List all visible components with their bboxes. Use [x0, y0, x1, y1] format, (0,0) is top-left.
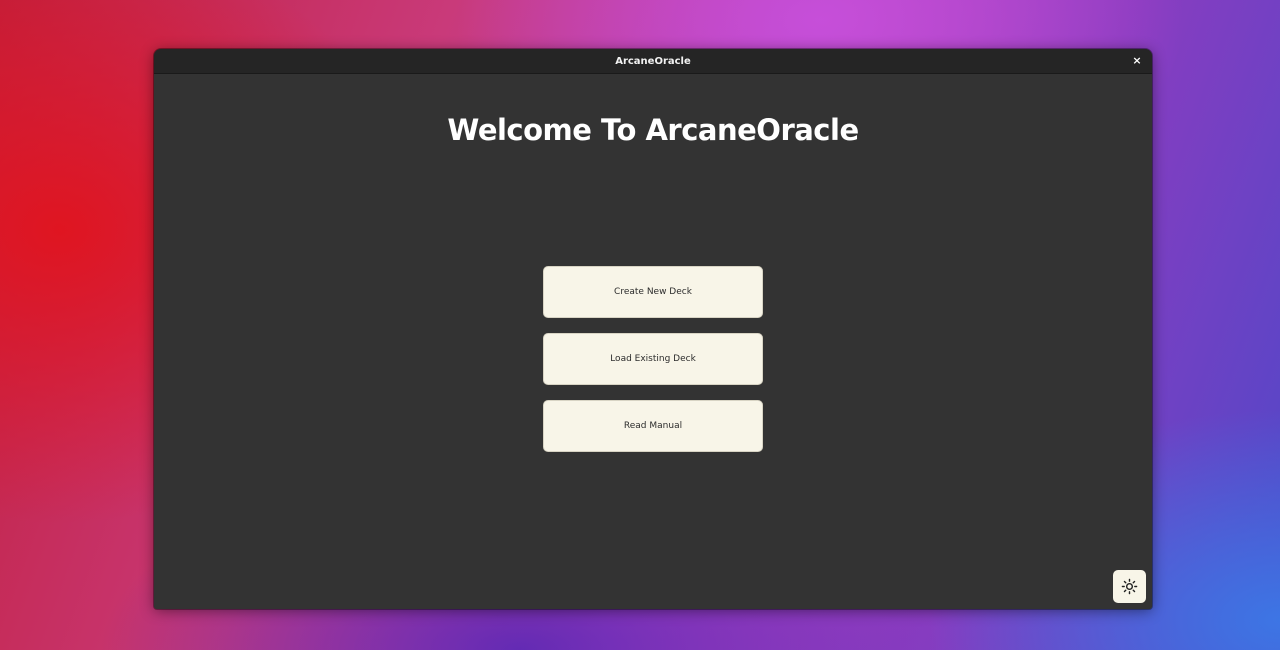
app-window: ArcaneOracle × Welcome To ArcaneOracle C…	[154, 49, 1152, 609]
theme-toggle-button[interactable]	[1113, 570, 1146, 603]
welcome-heading: Welcome To ArcaneOracle	[447, 113, 859, 147]
read-manual-button[interactable]: Read Manual	[543, 400, 763, 452]
create-new-deck-button[interactable]: Create New Deck	[543, 266, 763, 318]
main-content: Welcome To ArcaneOracle Create New Deck …	[154, 74, 1152, 609]
title-bar[interactable]: ArcaneOracle ×	[154, 49, 1152, 74]
load-existing-deck-button[interactable]: Load Existing Deck	[543, 333, 763, 385]
sun-icon	[1121, 578, 1138, 595]
main-menu: Create New Deck Load Existing Deck Read …	[543, 266, 763, 467]
close-button[interactable]: ×	[1130, 54, 1144, 68]
window-title: ArcaneOracle	[615, 55, 691, 67]
desktop-background: ArcaneOracle × Welcome To ArcaneOracle C…	[0, 0, 1280, 650]
